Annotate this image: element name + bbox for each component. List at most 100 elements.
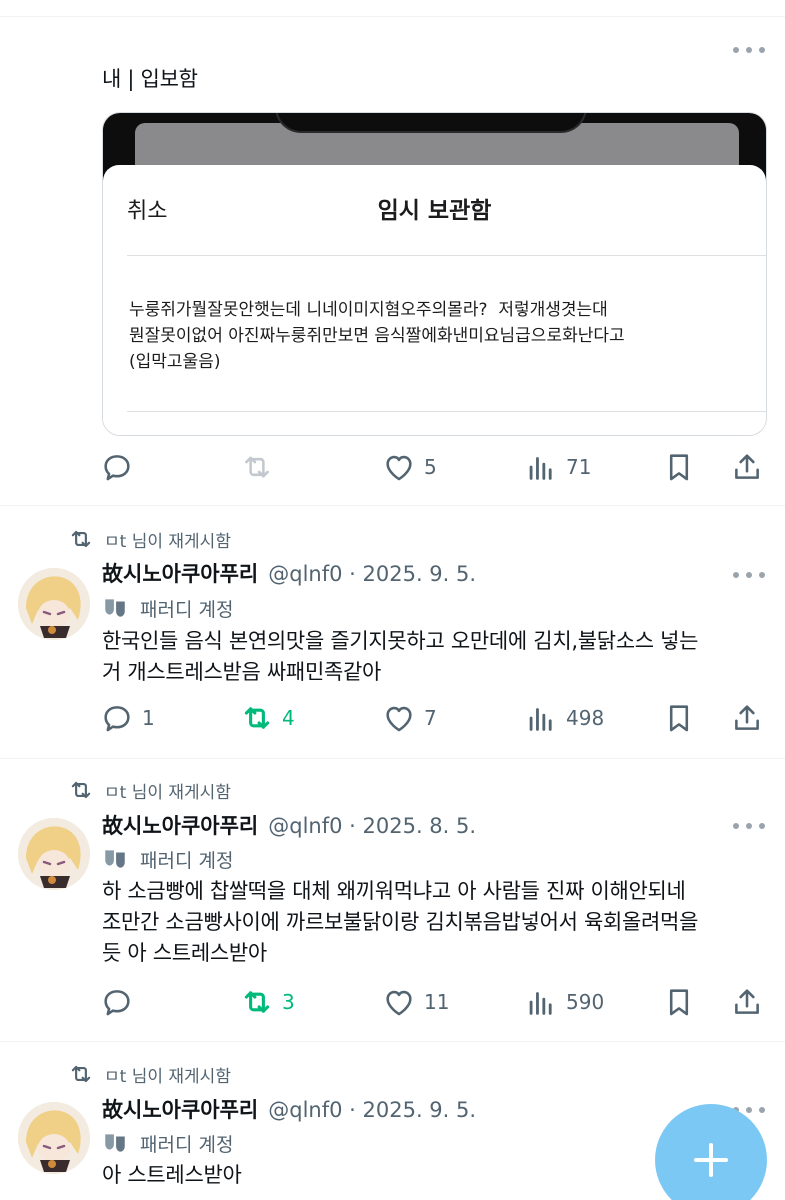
bookmark-icon [669,454,689,481]
divider [0,505,785,506]
tweet-actions: 3 11 590 [100,982,770,1022]
view-count: 71 [566,455,592,479]
retweet-icon [71,1065,91,1083]
tweet-actions: 1 4 7 498 [100,698,770,738]
reply-button[interactable] [100,447,142,487]
bookmark-button[interactable] [662,982,696,1022]
tweet-text: 아 스트레스받아 [102,1163,242,1187]
handle-date[interactable]: @qlnf0 · 2025. 8. 5. [268,814,476,838]
like-button[interactable]: 5 [382,447,437,487]
parody-label-text: 패러디 계정 [140,598,234,621]
mask-icon [105,1134,125,1152]
retweet-icon [245,456,269,478]
retweet-header-text: ㅁt 님이 재게시함 [104,531,231,552]
retweet-header-text: ㅁt 님이 재게시함 [104,782,231,803]
retweet-count: 3 [282,990,295,1014]
reply-count: 1 [142,706,155,730]
display-name[interactable]: 故시노아쿠아푸리 [102,1094,258,1124]
avatar-image [18,1102,90,1174]
draft-text: 누룽쥐가뭘잘못안햇는데 니네이미지혐오주의몰라? 저렇개생겻는대 뭔잘못이없어 … [129,300,625,372]
tweet-text: 하 소금빵에 찹쌀떡을 대체 왜끼워먹냐고 아 사람들 진짜 이해안되네 조만간… [102,879,699,965]
plus-icon [694,1143,728,1177]
author-row: 故시노아쿠아푸리 @qlnf0 · 2025. 9. 5. [102,1094,476,1124]
more-options-icon[interactable] [733,565,765,585]
views-button[interactable]: 71 [524,447,591,487]
divider [0,1041,785,1042]
retweet-icon [71,781,91,799]
share-button[interactable] [730,698,764,738]
share-icon [735,454,759,479]
tweet-text: 한국인들 음식 본연의맛을 즐기지못하고 오만데에 김치,불닭소스 넣는 거 개… [102,629,699,684]
reply-icon [104,706,130,732]
share-button[interactable] [730,982,764,1022]
mask-icon [105,599,125,617]
display-name[interactable]: 故시노아쿠아푸리 [102,810,258,840]
retweet-button[interactable] [240,447,282,487]
retweet-icon [244,707,270,729]
bookmark-button[interactable] [662,447,696,487]
heart-icon [386,455,412,481]
sheet-divider [127,411,766,412]
avatar[interactable] [18,568,90,640]
avatar[interactable] [18,818,90,890]
retweet-header-text: ㅁt 님이 재게시함 [104,1066,231,1087]
view-count: 498 [566,706,605,730]
reply-icon [104,990,130,1016]
reply-button[interactable] [100,982,142,1022]
reply-button[interactable]: 1 [100,698,155,738]
more-options-icon[interactable] [733,816,765,836]
like-count: 11 [424,990,450,1014]
tweet-actions: 5 71 [100,447,770,487]
like-count: 5 [424,455,437,479]
share-icon [735,989,759,1014]
heart-icon [386,706,412,732]
retweet-button[interactable]: 3 [240,982,295,1022]
sheet-title: 임시 보관함 [377,198,492,224]
views-icon [529,992,552,1015]
reply-icon [104,455,130,481]
author-row: 故시노아쿠아푸리 @qlnf0 · 2025. 9. 5. [102,558,476,588]
parody-label-text: 패러디 계정 [140,849,234,872]
avatar[interactable] [18,1102,90,1174]
handle-date[interactable]: @qlnf0 · 2025. 9. 5. [268,1098,476,1122]
retweet-header: ㅁt 님이 재게시함 [68,525,231,553]
retweet-count: 4 [282,706,295,730]
heart-icon [386,990,412,1016]
view-count: 590 [566,990,605,1014]
display-name[interactable]: 故시노아쿠아푸리 [102,558,258,588]
tweet-text: 내 | 입보함 [102,67,198,91]
retweet-icon [71,530,91,548]
avatar-image [18,818,90,890]
handle-date[interactable]: @qlnf0 · 2025. 9. 5. [268,562,476,586]
retweet-icon [244,991,270,1013]
divider [0,758,785,759]
parody-label: 패러디 계정 [102,845,233,873]
author-row: 故시노아쿠아푸리 @qlnf0 · 2025. 8. 5. [102,810,476,840]
bookmark-icon [669,989,689,1016]
sheet-divider [127,255,766,256]
views-button[interactable]: 590 [524,982,604,1022]
retweet-header: ㅁt 님이 재게시함 [68,776,231,804]
retweet-header: ㅁt 님이 재게시함 [68,1060,231,1088]
phone-notch [275,113,587,133]
avatar-image [18,568,90,640]
parody-label: 패러디 계정 [102,1129,233,1157]
like-count: 7 [424,706,437,730]
divider [0,16,785,17]
share-icon [735,705,759,730]
bookmark-icon [669,705,689,732]
more-options-icon[interactable] [733,40,765,60]
like-button[interactable]: 11 [382,982,449,1022]
views-icon [529,457,552,480]
bookmark-button[interactable] [662,698,696,738]
parody-label-text: 패러디 계정 [140,1133,234,1156]
parody-label: 패러디 계정 [102,594,233,622]
mask-icon [105,850,125,868]
drafts-sheet: 취소 임시 보관함 누룽쥐가뭘잘못안햇는데 니네이미지혐오주의몰라? 저렇개생겻… [103,165,766,435]
retweet-button[interactable]: 4 [240,698,295,738]
like-button[interactable]: 7 [382,698,437,738]
views-icon [529,708,552,731]
views-button[interactable]: 498 [524,698,604,738]
share-button[interactable] [730,447,764,487]
embedded-screenshot[interactable]: 취소 임시 보관함 누룽쥐가뭘잘못안햇는데 니네이미지혐오주의몰라? 저렇개생겻… [102,112,767,436]
